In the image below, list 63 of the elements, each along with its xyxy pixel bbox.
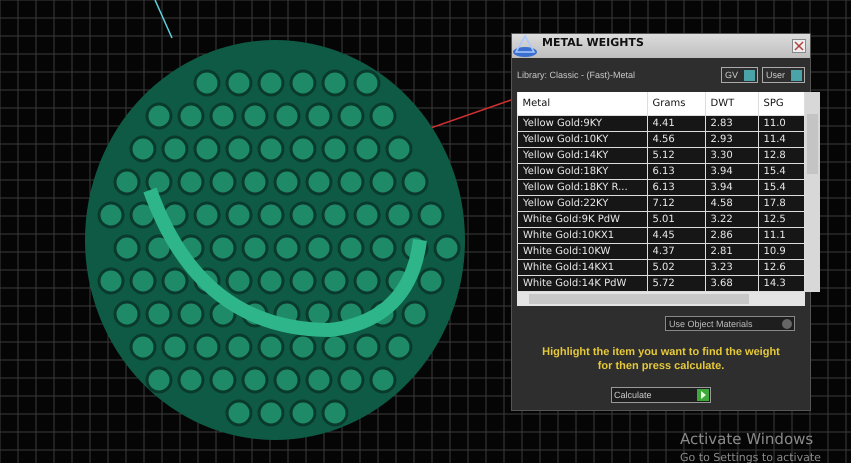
- panel-title: METAL WEIGHTS: [542, 35, 645, 49]
- table-cell[interactable]: 5.01: [647, 212, 705, 228]
- table-cell[interactable]: 2.81: [705, 244, 758, 260]
- play-icon: [697, 389, 709, 401]
- table-cell[interactable]: White Gold:10KW: [518, 244, 647, 260]
- table-cell[interactable]: White Gold:9K PdW: [518, 212, 647, 228]
- table-cell[interactable]: 4.58: [705, 196, 758, 212]
- table-cell[interactable]: Yellow Gold:9KY: [518, 116, 647, 132]
- vertical-scrollbar[interactable]: [804, 92, 820, 292]
- table-cell[interactable]: 15.4: [758, 180, 804, 196]
- table-cell[interactable]: 4.56: [647, 132, 705, 148]
- table-cell[interactable]: 4.37: [647, 244, 705, 260]
- table-cell[interactable]: 3.30: [705, 148, 758, 164]
- activation-subtitle: Go to Settings to activate: [680, 451, 821, 463]
- table-cell[interactable]: 6.13: [647, 164, 705, 180]
- column-header[interactable]: Grams: [647, 92, 705, 116]
- column-header[interactable]: Metal: [518, 92, 647, 116]
- table-cell[interactable]: 2.86: [705, 228, 758, 244]
- table-cell[interactable]: 5.02: [647, 260, 705, 276]
- toggle-button[interactable]: GV: [720, 67, 758, 83]
- table-cell[interactable]: White Gold:14K PdW: [518, 276, 647, 292]
- table-cell[interactable]: 2.83: [705, 116, 758, 132]
- table-cell[interactable]: 11.1: [758, 228, 804, 244]
- table-cell[interactable]: 10.9: [758, 244, 804, 260]
- use-object-materials-button[interactable]: Use Object Materials: [665, 316, 795, 331]
- table-cell[interactable]: 3.94: [705, 180, 758, 196]
- table-cell[interactable]: White Gold:14KX1: [518, 260, 647, 276]
- table-cell[interactable]: 3.94: [705, 164, 758, 180]
- calculate-button[interactable]: Calculate: [611, 387, 711, 403]
- library-label: Library: Classic - (Fast)-Metal: [517, 70, 636, 80]
- table-cell[interactable]: White Gold:10KX1: [518, 228, 647, 244]
- table-cell[interactable]: 5.72: [647, 276, 705, 292]
- activation-title: Activate Windows: [680, 430, 814, 448]
- axis-line: [154, 0, 173, 38]
- horizontal-scrollbar[interactable]: [517, 292, 805, 306]
- table-cell[interactable]: 4.41: [647, 116, 705, 132]
- table-cell[interactable]: 11.0: [758, 116, 804, 132]
- table-cell[interactable]: 15.4: [758, 164, 804, 180]
- table-cell[interactable]: 12.5: [758, 212, 804, 228]
- table-cell[interactable]: 6.13: [647, 180, 705, 196]
- table-cell[interactable]: 3.22: [705, 212, 758, 228]
- pyramid-logo-icon: [512, 34, 538, 58]
- table-cell[interactable]: 3.23: [705, 260, 758, 276]
- table-cell[interactable]: 12.6: [758, 260, 804, 276]
- table-cell[interactable]: 2.93: [705, 132, 758, 148]
- close-button[interactable]: [792, 39, 806, 53]
- table-cell[interactable]: 7.12: [647, 196, 705, 212]
- table-cell[interactable]: Yellow Gold:18KY R...: [518, 180, 647, 196]
- table-cell[interactable]: Yellow Gold:18KY: [518, 164, 647, 180]
- table-cell[interactable]: 3.68: [705, 276, 758, 292]
- column-header[interactable]: DWT: [705, 92, 758, 116]
- table-cell[interactable]: Yellow Gold:22KY: [518, 196, 647, 212]
- column-header[interactable]: SPG: [758, 92, 804, 116]
- table-cell[interactable]: 11.4: [758, 132, 804, 148]
- table-cell[interactable]: 17.8: [758, 196, 804, 212]
- toggle-button[interactable]: User: [762, 67, 805, 83]
- table-cell[interactable]: Yellow Gold:14KY: [518, 148, 647, 164]
- table-cell[interactable]: 12.8: [758, 148, 804, 164]
- table-cell[interactable]: 5.12: [647, 148, 705, 164]
- instruction-text: Highlight the item you want to find the weight for then press calculate.: [541, 345, 781, 373]
- table-cell[interactable]: 14.3: [758, 276, 804, 292]
- table-cell[interactable]: Yellow Gold:10KY: [518, 132, 647, 148]
- table-cell[interactable]: 4.45: [647, 228, 705, 244]
